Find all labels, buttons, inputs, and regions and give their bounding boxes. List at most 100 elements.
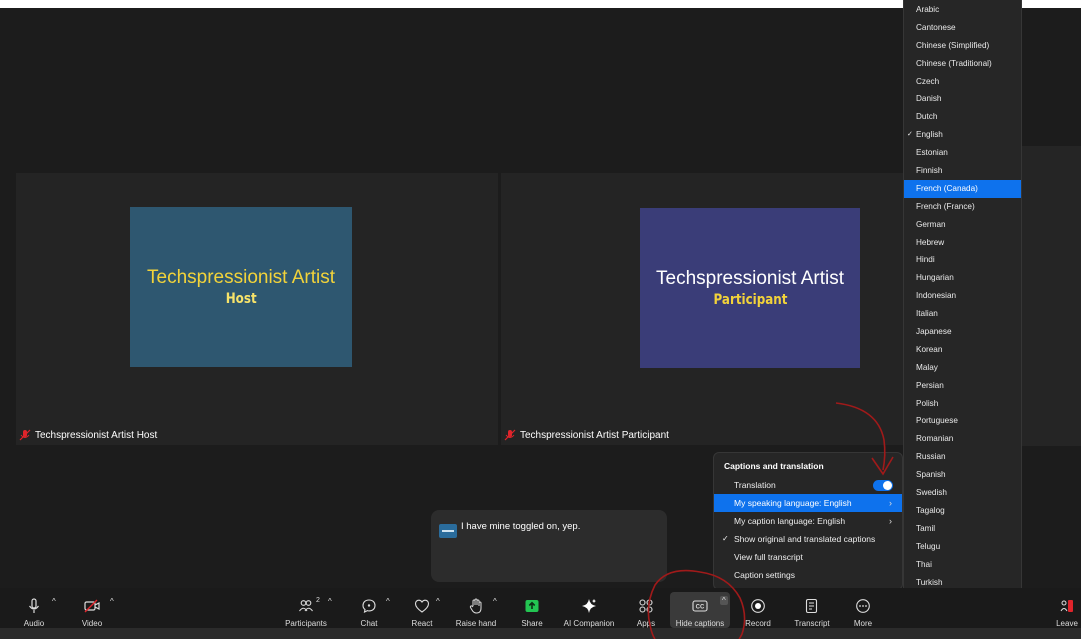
language-label: Hindi	[916, 255, 935, 265]
apps-icon	[639, 599, 653, 613]
video-tile-host[interactable]: Techspressionist Artist Host Techspressi…	[16, 173, 498, 445]
audio-caret-icon[interactable]: ^	[52, 597, 56, 606]
show-both-label: Show original and translated captions	[734, 534, 876, 544]
record-label: Record	[745, 619, 771, 628]
more-button[interactable]: More	[850, 588, 876, 628]
language-item[interactable]: Czech	[904, 73, 1021, 91]
language-item[interactable]: Swedish	[904, 484, 1021, 502]
leave-icon	[1060, 600, 1073, 612]
participants-caret-icon[interactable]: ^	[328, 597, 332, 606]
video-tile-edge	[1022, 146, 1081, 446]
react-label: React	[411, 619, 433, 628]
language-item[interactable]: French (France)	[904, 198, 1021, 216]
participants-icon	[299, 600, 313, 612]
language-item[interactable]: Persian	[904, 377, 1021, 395]
translation-toggle[interactable]	[873, 480, 893, 491]
language-label: Italian	[916, 309, 938, 319]
meeting-window: Techspressionist Artist Host Techspressi…	[0, 0, 1081, 639]
language-label: Romanian	[916, 434, 954, 444]
closed-captions-icon: CC	[692, 600, 708, 612]
language-item[interactable]: Polish	[904, 395, 1021, 413]
translation-toggle-row[interactable]: Translation	[714, 476, 902, 494]
language-item[interactable]: Telugu	[904, 538, 1021, 556]
share-button[interactable]: Share	[518, 588, 546, 628]
share-label: Share	[521, 619, 543, 628]
view-transcript-item[interactable]: View full transcript	[714, 548, 902, 566]
language-item[interactable]: Spanish	[904, 466, 1021, 484]
language-item[interactable]: Thai	[904, 556, 1021, 574]
leave-label: Leave	[1056, 619, 1078, 628]
caption-language-item[interactable]: My caption language: English ›	[714, 512, 902, 530]
language-item[interactable]: Hungarian	[904, 269, 1021, 287]
language-item[interactable]: Hindi	[904, 251, 1021, 269]
video-caret-icon[interactable]: ^	[110, 597, 114, 606]
language-item[interactable]: Japanese	[904, 323, 1021, 341]
captions-menu-title: Captions and translation	[724, 461, 824, 471]
language-item[interactable]: Chinese (Simplified)	[904, 37, 1021, 55]
chat-avatar	[439, 524, 457, 538]
language-label: Japanese	[916, 327, 952, 337]
language-item[interactable]: Dutch	[904, 108, 1021, 126]
language-item[interactable]: Portuguese	[904, 412, 1021, 430]
language-item[interactable]: Tagalog	[904, 502, 1021, 520]
video-tile-participant[interactable]: Techspressionist Artist Participant Tech…	[501, 173, 921, 445]
ai-companion-button[interactable]: AI Companion	[560, 588, 618, 628]
language-item[interactable]: German	[904, 216, 1021, 234]
language-item[interactable]: Arabic	[904, 1, 1021, 19]
leave-button[interactable]: Leave	[1054, 588, 1080, 628]
hide-captions-button[interactable]: CC Hide captions	[674, 588, 726, 628]
record-button[interactable]: Record	[744, 588, 772, 628]
language-label: Telugu	[916, 541, 941, 551]
language-item[interactable]: Tamil	[904, 520, 1021, 538]
language-item[interactable]: Cantonese	[904, 19, 1021, 37]
raise-hand-button[interactable]: Raise hand	[455, 588, 497, 628]
record-icon	[751, 599, 765, 613]
react-caret-icon[interactable]: ^	[436, 597, 440, 606]
react-button[interactable]: React	[408, 588, 436, 628]
participants-button[interactable]: Participants	[284, 588, 328, 628]
language-item[interactable]: Estonian	[904, 144, 1021, 162]
language-item[interactable]: ✓ English	[904, 126, 1021, 144]
participant-name-tag: Techspressionist Artist Participant	[504, 429, 669, 441]
language-item[interactable]: Korean	[904, 341, 1021, 359]
language-label: Chinese (Traditional)	[916, 58, 992, 68]
language-item[interactable]: Hebrew	[904, 234, 1021, 252]
language-label: Russian	[916, 452, 946, 462]
captions-caret-icon[interactable]: ^	[720, 596, 728, 605]
chat-preview[interactable]: I have mine toggled on, yep.	[431, 510, 667, 582]
participant-slide-role: Participant	[713, 292, 787, 308]
share-screen-icon	[525, 600, 539, 612]
chat-icon	[362, 599, 376, 613]
audio-button[interactable]: Audio	[20, 588, 48, 628]
language-item[interactable]: Romanian	[904, 430, 1021, 448]
language-label: Tamil	[916, 523, 936, 533]
language-item[interactable]: Danish	[904, 90, 1021, 108]
language-label: Malay	[916, 362, 938, 372]
show-both-captions-item[interactable]: ✓ Show original and translated captions	[714, 530, 902, 548]
language-item[interactable]: Chinese (Traditional)	[904, 55, 1021, 73]
transcript-button[interactable]: Transcript	[792, 588, 832, 628]
language-item[interactable]: Finnish	[904, 162, 1021, 180]
language-item[interactable]: Italian	[904, 305, 1021, 323]
apps-button[interactable]: Apps	[634, 588, 658, 628]
chat-caret-icon[interactable]: ^	[386, 597, 390, 606]
language-label: Korean	[916, 344, 943, 354]
speaking-language-item[interactable]: My speaking language: English ›	[714, 494, 902, 512]
participant-name-label: Techspressionist Artist Participant	[520, 429, 669, 441]
language-item[interactable]: French (Canada)	[904, 179, 1021, 198]
language-item[interactable]: Malay	[904, 359, 1021, 377]
heart-icon	[414, 599, 430, 613]
video-button[interactable]: Video	[76, 588, 108, 628]
caption-settings-item[interactable]: Caption settings	[714, 566, 902, 584]
speaking-language-label: My speaking language: English	[734, 498, 852, 508]
language-item[interactable]: Russian	[904, 448, 1021, 466]
language-label: Turkish	[916, 577, 943, 587]
svg-text:CC: CC	[696, 604, 705, 610]
chat-button[interactable]: Chat	[356, 588, 382, 628]
language-item[interactable]: Indonesian	[904, 287, 1021, 305]
language-label: Swedish	[916, 488, 947, 498]
raise-hand-caret-icon[interactable]: ^	[493, 597, 497, 606]
translation-label: Translation	[734, 480, 776, 490]
language-label: Finnish	[916, 166, 943, 176]
apps-label: Apps	[636, 619, 656, 628]
